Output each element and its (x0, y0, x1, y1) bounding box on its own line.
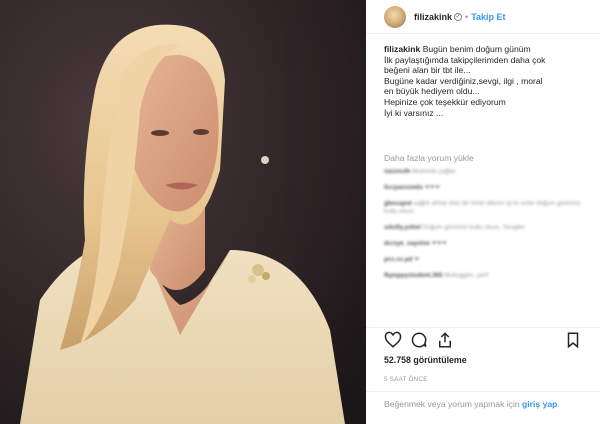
view-count[interactable]: 52.758 görüntüleme (384, 355, 467, 365)
portrait-illustration (0, 0, 366, 424)
comment-text: ❤❤❤ (431, 240, 448, 247)
heart-icon[interactable] (384, 331, 402, 349)
post-photo[interactable] (0, 0, 366, 424)
caption-line: en büyük hediyem oldu... (384, 86, 480, 97)
comment-username[interactable]: nazzoufe (384, 168, 410, 175)
post-header: filizakink ✓ • Takip Et (366, 0, 600, 34)
caption-username[interactable]: filizakink (384, 44, 420, 54)
comment-text: Mutlululu çağlar (412, 168, 456, 175)
comment-username[interactable]: liccpasssedo (384, 184, 423, 191)
comment-item: nazzoufe Mutlululu çağlar (384, 168, 589, 176)
login-prompt-text: Beğenmek veya yorum yapmak için (384, 399, 523, 409)
comment-username[interactable]: dcrzye_sayolse (384, 240, 430, 247)
login-prompt: Beğenmek veya yorum yapmak için giriş ya… (366, 391, 600, 424)
caption-line: İlk paylaştığımda takipçilerimden daha ç… (384, 54, 546, 65)
instagram-post: filizakink ✓ • Takip Et filizakink Bugün… (0, 0, 600, 424)
comment-item: sdcilly.yohel Doğum gününüz kutlu olsun,… (384, 224, 589, 232)
post-timestamp[interactable]: 5 SAAT ÖNCE (384, 376, 428, 383)
bookmark-icon[interactable] (564, 331, 582, 349)
header-separator: • (465, 11, 469, 22)
comment-text: ❤❤❤ (424, 184, 441, 191)
login-link[interactable]: giriş yap (522, 399, 557, 409)
comment-icon[interactable] (410, 331, 428, 349)
comment-text: Mutluggen, yarif (444, 272, 489, 279)
comment-username[interactable]: fkpoppystudent.365 (384, 272, 442, 279)
login-prompt-end: . (557, 399, 560, 409)
avatar[interactable] (384, 5, 406, 28)
caption-line: Hepinize çok teşekkür ediyorum (384, 96, 506, 107)
comment-item: dcrzye_sayolse ❤❤❤ (384, 240, 589, 248)
comment-item: liccpasssedo ❤❤❤ (384, 184, 589, 192)
comment-item: fkpoppystudent.365 Mutluggen, yarif (384, 272, 589, 280)
comment-text: sağlık ahhat dolu bir ömür dilerim iyi k… (384, 200, 581, 215)
comment-text: ❤ (414, 256, 420, 263)
header-username[interactable]: filizakink (414, 12, 452, 22)
post-actions-bar (366, 327, 600, 353)
caption-line: İyi ki varsınız ... (384, 107, 444, 118)
comment-text: Doğum gününüz kutlu olsun, Sevgiler (422, 224, 525, 231)
post-side-panel: filizakink ✓ • Takip Et filizakink Bugün… (366, 0, 600, 424)
comment-item: gbocapot sağlık ahhat dolu bir ömür dile… (384, 200, 589, 216)
caption-line: Bugün benim doğum günüm (422, 44, 531, 54)
share-icon[interactable] (436, 331, 454, 349)
load-more-comments-link[interactable]: Daha fazla yorum yükle (384, 153, 474, 163)
comment-username[interactable]: pcc.cc.pd (384, 256, 413, 263)
comment-list: nazzoufe Mutlululu çağlar liccpasssedo ❤… (384, 168, 589, 288)
post-caption: filizakink Bugün benim doğum günüm İlk p… (384, 44, 589, 118)
verified-icon: ✓ (454, 12, 463, 21)
comment-username[interactable]: sdcilly.yohel (384, 224, 421, 231)
caption-line: Bugüne kadar verdiğiniz,sevgi, ilgi , mo… (384, 75, 543, 86)
follow-button[interactable]: Takip Et (471, 12, 505, 22)
comment-item: pcc.cc.pd ❤ (384, 256, 589, 264)
caption-line: beğeni alan bir tbt ile... (384, 65, 471, 76)
comment-username[interactable]: gbocapot (384, 200, 412, 207)
